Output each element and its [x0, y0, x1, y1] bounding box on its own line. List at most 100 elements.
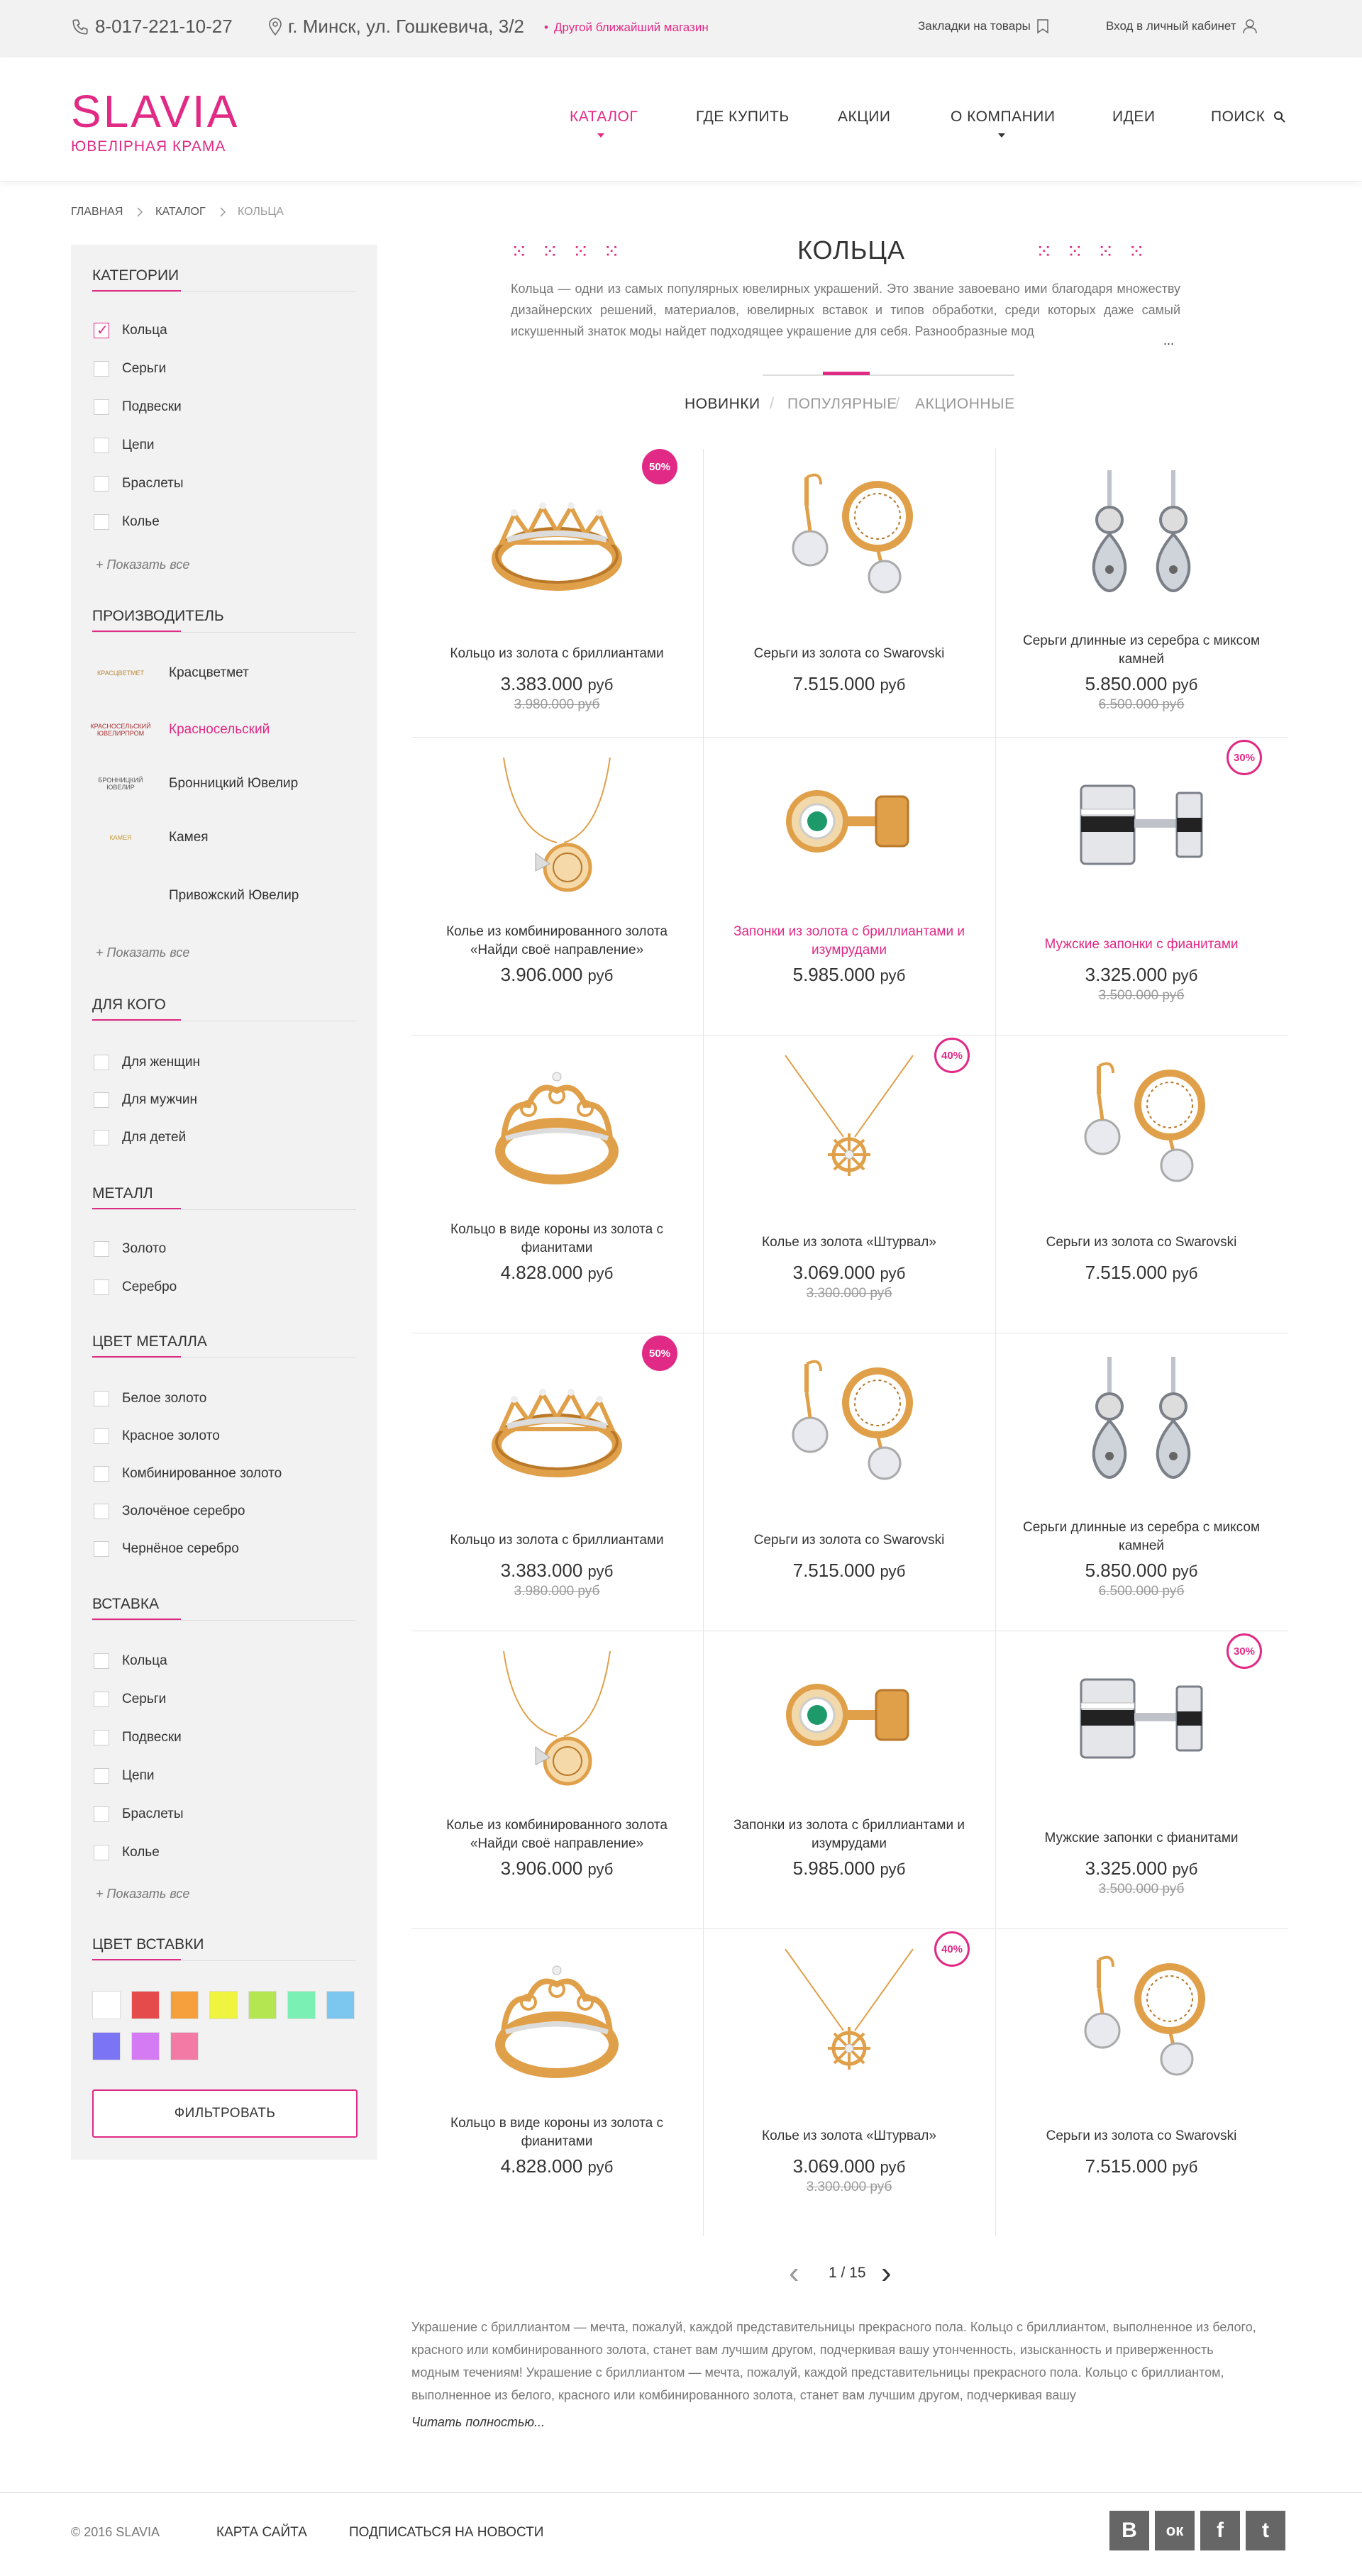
footer-sitemap-link[interactable]: КАРТА САЙТА: [216, 2525, 307, 2541]
filter-metal-checkbox[interactable]: [94, 1279, 109, 1295]
product-card[interactable]: Колье из комбинированного золота «Найди …: [411, 740, 702, 1038]
product-image[interactable]: [778, 1350, 920, 1492]
login-label[interactable]: Вход в личный кабинет: [1106, 19, 1236, 33]
filter-categories-option[interactable]: Цепи: [122, 438, 155, 453]
vk-icon[interactable]: В: [1109, 2511, 1149, 2550]
color-swatch[interactable]: [131, 1991, 160, 2019]
filter-insert-option[interactable]: Колье: [122, 1845, 160, 1860]
filter-categories-option[interactable]: Браслеты: [122, 476, 183, 492]
color-swatch[interactable]: [287, 1991, 316, 2019]
nav-search[interactable]: ПОИСК: [1211, 109, 1265, 126]
manufacturer-logo-icon[interactable]: [92, 881, 149, 912]
manufacturer-logo-icon[interactable]: КАМЕЯ: [92, 823, 149, 854]
product-image[interactable]: [778, 1648, 920, 1789]
product-card[interactable]: Серьги длинные из серебра с миксом камне…: [996, 1336, 1287, 1633]
product-name[interactable]: Серьги из золота со Swarovski: [1010, 1233, 1273, 1252]
product-name[interactable]: Серьги длинные из серебра с миксом камне…: [1010, 632, 1273, 669]
product-image[interactable]: [778, 754, 920, 896]
manufacturer-logo-icon[interactable]: БРОННИЦКИЙ ЮВЕЛИР: [92, 769, 149, 800]
product-card[interactable]: Кольцо в виде короны из золота с фианита…: [411, 1931, 702, 2229]
show-all-label[interactable]: Показать все: [107, 1887, 190, 1901]
product-card[interactable]: Серьги из золота со Swarovski 7.515.000 р…: [996, 1931, 1287, 2229]
intro-more-link[interactable]: ...: [1163, 333, 1174, 348]
manufacturer-option[interactable]: Привожский Ювелир: [169, 888, 299, 904]
color-swatch[interactable]: [209, 1991, 238, 2019]
product-name[interactable]: Серьги из золота со Swarovski: [1010, 2127, 1273, 2145]
login-link[interactable]: Вход в личный кабинет: [1106, 18, 1258, 34]
product-name[interactable]: Колье из золота «Штурвал»: [718, 2127, 980, 2145]
filter-categories-show-all[interactable]: + Показать все: [96, 557, 189, 572]
phone-number[interactable]: 8-017-221-10-27: [95, 16, 233, 38]
filter-for_whom-checkbox[interactable]: [94, 1092, 109, 1108]
filter-metal_color-option[interactable]: Красное золото: [122, 1428, 220, 1444]
product-name[interactable]: Кольцо из золота с бриллиантами: [426, 645, 688, 663]
phone[interactable]: 8-017-221-10-27: [71, 16, 233, 38]
search-icon[interactable]: [1273, 111, 1286, 123]
filter-metal_color-option[interactable]: Белое золото: [122, 1391, 206, 1406]
filter-insert-checkbox[interactable]: [94, 1692, 109, 1707]
product-card[interactable]: 30% Мужские запонки с фианитами 3.325.000 …: [996, 1633, 1287, 1931]
product-card[interactable]: Колье из комбинированного золота «Найди …: [411, 1633, 702, 1931]
filter-categories-option[interactable]: Кольца: [122, 323, 167, 338]
logo[interactable]: SLAVIA: [71, 85, 239, 138]
manufacturer-logo-icon[interactable]: КРАСЦВЕТМЕТ: [92, 658, 149, 689]
product-card[interactable]: Серьги длинные из серебра с миксом камне…: [996, 449, 1287, 747]
filter-categories-checkbox[interactable]: [94, 361, 109, 377]
show-all-label[interactable]: Показать все: [107, 557, 190, 572]
filter-insert-checkbox[interactable]: [94, 1730, 109, 1745]
product-image[interactable]: [486, 1945, 628, 2087]
product-image[interactable]: [486, 1350, 628, 1492]
product-image[interactable]: [486, 754, 628, 896]
filter-for_whom-option[interactable]: Для детей: [122, 1130, 186, 1145]
filter-categories-checkbox[interactable]: [94, 514, 109, 530]
manufacturer-option[interactable]: Красцветмет: [169, 665, 249, 681]
odnoklassniki-icon[interactable]: ок: [1155, 2511, 1195, 2550]
color-swatch[interactable]: [326, 1991, 355, 2019]
filter-metal-checkbox[interactable]: [94, 1241, 109, 1257]
product-card[interactable]: 30% Мужские запонки с фианитами 3.325.000 …: [996, 740, 1287, 1038]
color-swatch[interactable]: [92, 2032, 121, 2060]
filter-metal_color-checkbox[interactable]: [94, 1541, 109, 1557]
product-image[interactable]: [1070, 1052, 1212, 1194]
color-swatch[interactable]: [170, 1991, 199, 2019]
filter-insert-show-all[interactable]: + Показать все: [96, 1887, 189, 1902]
filter-insert-option[interactable]: Кольца: [122, 1653, 167, 1669]
filter-categories-option[interactable]: Подвески: [122, 399, 182, 415]
filter-metal_color-checkbox[interactable]: [94, 1504, 109, 1519]
color-swatch[interactable]: [92, 1991, 121, 2019]
filter-categories-option[interactable]: Колье: [122, 514, 160, 530]
product-name[interactable]: Запонки из золота с бриллиантами и изумр…: [718, 923, 980, 960]
breadcrumb-home[interactable]: ГЛАВНАЯ: [71, 206, 123, 218]
filter-metal_color-option[interactable]: Чернёное серебро: [122, 1541, 239, 1557]
filter-categories-checkbox[interactable]: [94, 321, 109, 339]
nav-ideas[interactable]: ИДЕИ: [1112, 109, 1155, 126]
bookmarks-label[interactable]: Закладки на товары: [918, 19, 1031, 33]
filter-categories-checkbox[interactable]: [94, 438, 109, 453]
nav-promotions[interactable]: АКЦИИ: [838, 109, 890, 126]
breadcrumb-catalog[interactable]: КАТАЛОГ: [155, 206, 206, 218]
product-card[interactable]: Серьги из золота со Swarovski 7.515.000 р…: [996, 1038, 1287, 1336]
product-card[interactable]: Запонки из золота с бриллиантами и изумр…: [704, 1633, 995, 1931]
seo-read-more-link[interactable]: Читать полностью...: [411, 2415, 545, 2430]
filter-insert-option[interactable]: Подвески: [122, 1730, 182, 1745]
filter-for_whom-checkbox[interactable]: [94, 1055, 109, 1070]
nav-about[interactable]: О КОМПАНИИ: [951, 109, 1055, 126]
product-card[interactable]: 50% Кольцо из золота с бриллиантами 3.383.…: [411, 449, 702, 747]
bookmarks-link[interactable]: Закладки на товары: [918, 18, 1049, 34]
product-image[interactable]: [486, 463, 628, 605]
filter-categories-option[interactable]: Серьги: [122, 361, 166, 377]
product-name[interactable]: Мужские запонки с фианитами: [1010, 936, 1273, 954]
product-name[interactable]: Кольцо из золота с бриллиантами: [426, 1531, 688, 1550]
product-image[interactable]: [778, 463, 920, 605]
other-store-label[interactable]: Другой ближайший магазин: [554, 21, 709, 35]
product-name[interactable]: Кольцо в виде короны из золота с фианита…: [426, 1221, 688, 1258]
filter-metal-option[interactable]: Золото: [122, 1241, 166, 1257]
product-name[interactable]: Мужские запонки с фианитами: [1010, 1829, 1273, 1848]
facebook-icon[interactable]: f: [1200, 2511, 1240, 2550]
filter-categories-checkbox[interactable]: [94, 399, 109, 415]
filter-for_whom-option[interactable]: Для мужчин: [122, 1092, 197, 1108]
filter-metal_color-checkbox[interactable]: [94, 1428, 109, 1444]
product-card[interactable]: Кольцо в виде короны из золота с фианита…: [411, 1038, 702, 1336]
footer-subscribe-link[interactable]: ПОДПИСАТЬСЯ НА НОВОСТИ: [349, 2525, 543, 2541]
product-name[interactable]: Серьги из золота со Swarovski: [718, 1531, 980, 1550]
